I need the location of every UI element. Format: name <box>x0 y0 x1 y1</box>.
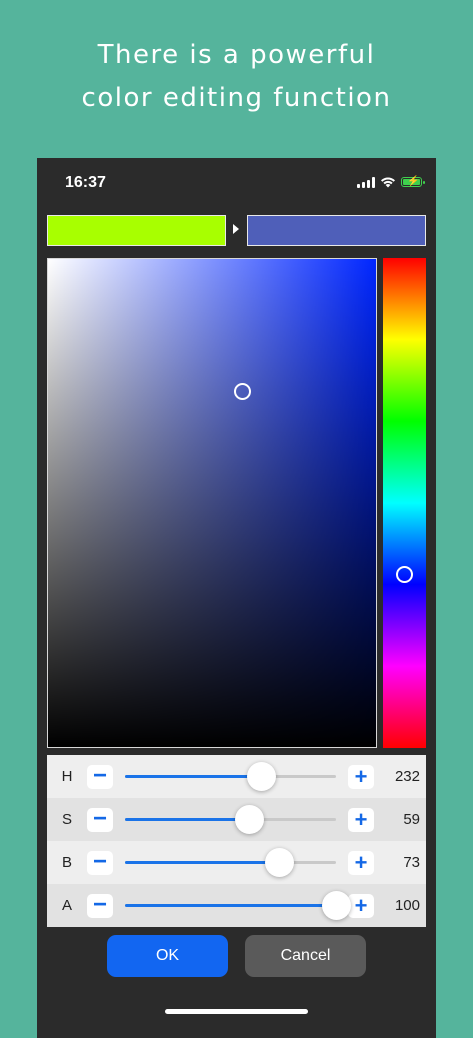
status-time: 16:37 <box>65 174 106 191</box>
cancel-button[interactable]: Cancel <box>245 935 366 977</box>
arrow-right-icon <box>233 224 239 234</box>
hue-cursor[interactable] <box>396 565 413 583</box>
slider-thumb[interactable] <box>322 891 351 920</box>
increment-button[interactable]: + <box>348 893 374 918</box>
slider-row-b: B − + 73 <box>47 841 426 884</box>
slider-fill <box>125 904 336 907</box>
slider-track[interactable] <box>125 762 336 791</box>
old-color-swatch[interactable] <box>47 215 226 246</box>
slider-value: 232 <box>394 768 420 785</box>
sv-cursor[interactable] <box>233 382 251 400</box>
slider-thumb[interactable] <box>246 762 276 791</box>
slider-panel: H − + 232 S − + 59 B − + 73 A − + 100 <box>47 755 426 927</box>
slider-fill <box>125 775 261 778</box>
slider-label: S <box>61 811 72 828</box>
slider-thumb[interactable] <box>265 848 295 877</box>
ok-button[interactable]: OK <box>107 935 228 977</box>
decrement-button[interactable]: − <box>87 806 113 832</box>
decrement-button[interactable]: − <box>87 763 113 789</box>
saturation-brightness-area[interactable] <box>47 258 377 748</box>
decrement-button[interactable]: − <box>87 849 113 875</box>
increment-button[interactable]: + <box>348 807 374 832</box>
home-indicator[interactable] <box>165 1009 308 1014</box>
slider-value: 100 <box>394 897 420 914</box>
headline-line-2: color editing function <box>81 83 392 113</box>
slider-fill <box>125 861 280 864</box>
phone-screen: 16:37 ⚡ H − + 232 S − + 59 B − + 73 A − … <box>37 158 436 1038</box>
slider-track[interactable] <box>125 891 351 920</box>
slider-value: 59 <box>403 811 420 828</box>
signal-icon <box>357 176 375 188</box>
slider-row-h: H − + 232 <box>47 755 426 798</box>
slider-label: A <box>61 897 72 914</box>
increment-button[interactable]: + <box>348 850 374 875</box>
battery-charging-icon: ⚡ <box>401 176 425 187</box>
slider-track[interactable] <box>125 848 336 877</box>
slider-row-a: A − + 100 <box>47 884 426 927</box>
slider-label: H <box>61 768 73 785</box>
hue-bar[interactable] <box>383 258 426 748</box>
decrement-button[interactable]: − <box>87 892 113 918</box>
headline: There is a powerful color editing functi… <box>0 34 473 120</box>
status-icons: ⚡ <box>357 175 425 189</box>
new-color-swatch[interactable] <box>247 215 426 246</box>
wifi-icon <box>381 177 395 188</box>
slider-fill <box>125 818 250 821</box>
headline-line-1: There is a powerful <box>97 40 376 70</box>
slider-thumb[interactable] <box>235 805 265 834</box>
slider-row-s: S − + 59 <box>47 798 426 841</box>
slider-value: 73 <box>403 854 420 871</box>
slider-label: B <box>61 854 72 871</box>
increment-button[interactable]: + <box>348 764 374 789</box>
slider-track[interactable] <box>125 805 336 834</box>
